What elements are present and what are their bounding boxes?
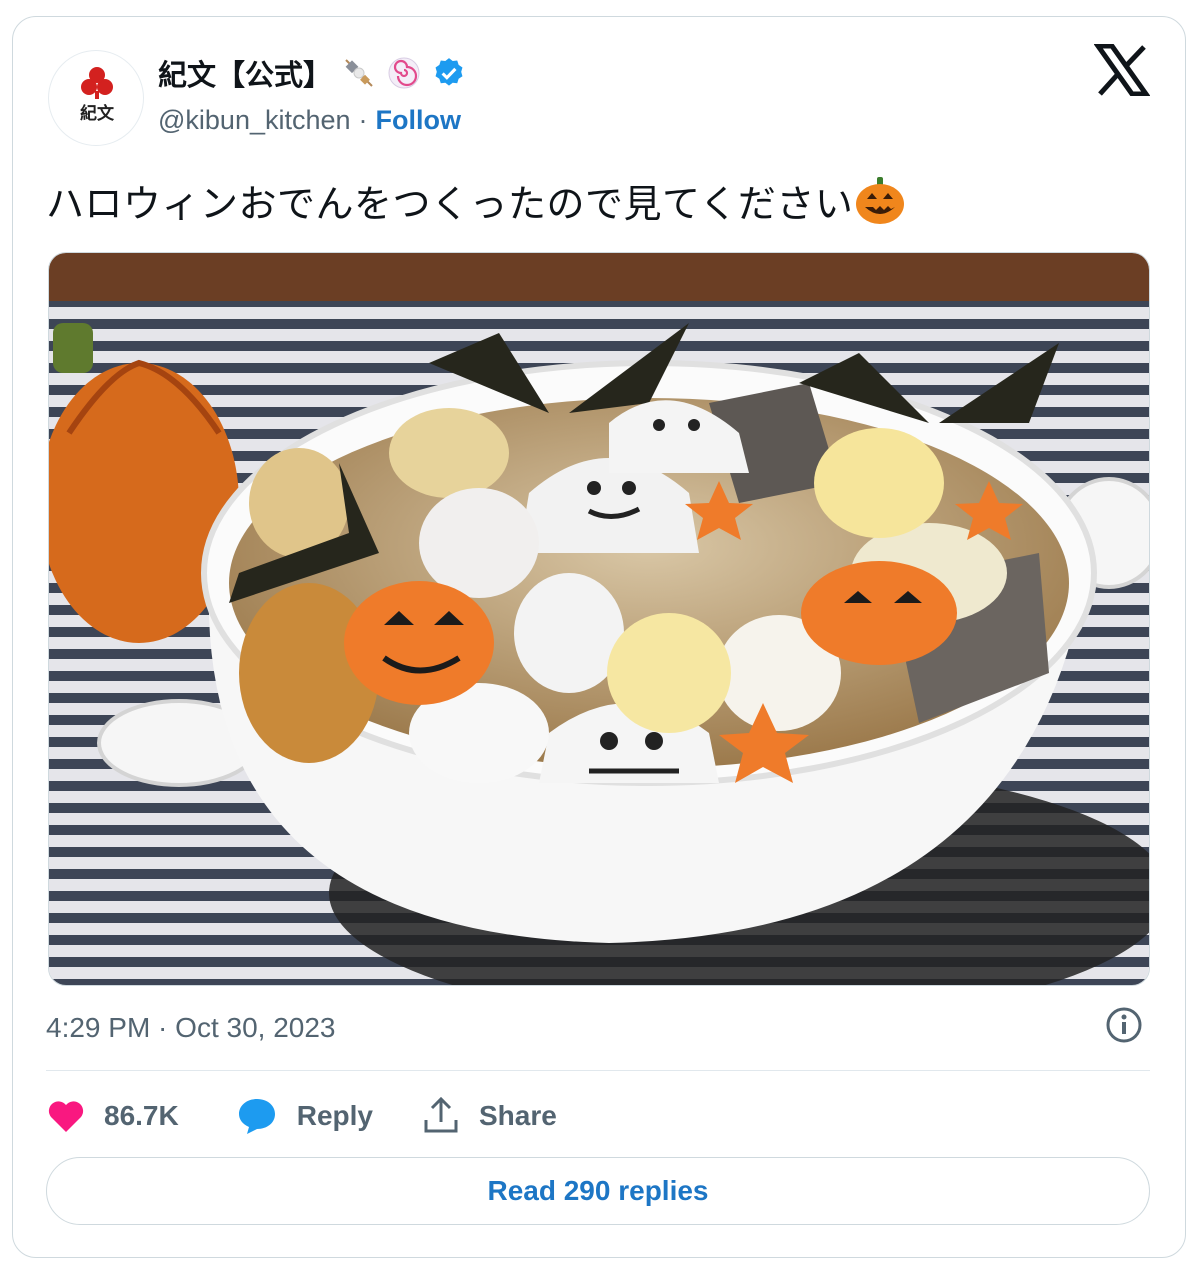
handle-row: @kibun_kitchen · Follow (158, 100, 461, 140)
action-bar: 86.7K Reply Share (46, 1090, 605, 1142)
logo-text: 紀文 (80, 103, 115, 124)
like-button[interactable]: 86.7K (46, 1098, 179, 1134)
share-icon (424, 1096, 458, 1133)
share-label: Share (478, 1100, 557, 1131)
halloween-oden-photo (49, 253, 1149, 985)
heart-icon (48, 1101, 84, 1132)
x-logo-icon[interactable] (1094, 44, 1150, 96)
verified-badge-icon (435, 58, 463, 86)
handle-separator: · (358, 104, 368, 135)
share-button[interactable]: Share (421, 1096, 557, 1136)
display-name[interactable]: 紀文【公式】 (158, 52, 332, 94)
tweet-text: ハロウィンおでんをつくったので見てください (46, 170, 907, 230)
timestamp[interactable]: 4:29 PM · Oct 30, 2023 (46, 1008, 336, 1048)
naruto-icon (388, 57, 420, 89)
kibun-logo: 紀文 (80, 67, 115, 124)
like-count: 86.7K (104, 1100, 179, 1131)
oden-skewer-icon (345, 59, 373, 87)
reply-label: Reply (296, 1100, 373, 1131)
handle[interactable]: @kibun_kitchen (158, 105, 351, 136)
name-row: 紀文【公式】 (158, 52, 466, 94)
read-replies-button[interactable]: Read 290 replies (46, 1157, 1150, 1225)
info-icon[interactable] (1105, 1006, 1143, 1044)
divider (46, 1070, 1150, 1071)
reply-bubble-icon (238, 1099, 275, 1134)
reply-button[interactable]: Reply (235, 1096, 373, 1136)
tweet-photo[interactable] (48, 252, 1150, 986)
avatar[interactable]: 紀文 (48, 50, 144, 146)
tweet-body: ハロウィンおでんをつくったので見てください (46, 183, 854, 226)
follow-button[interactable]: Follow (376, 105, 461, 136)
jack-o-lantern-icon (856, 177, 905, 224)
